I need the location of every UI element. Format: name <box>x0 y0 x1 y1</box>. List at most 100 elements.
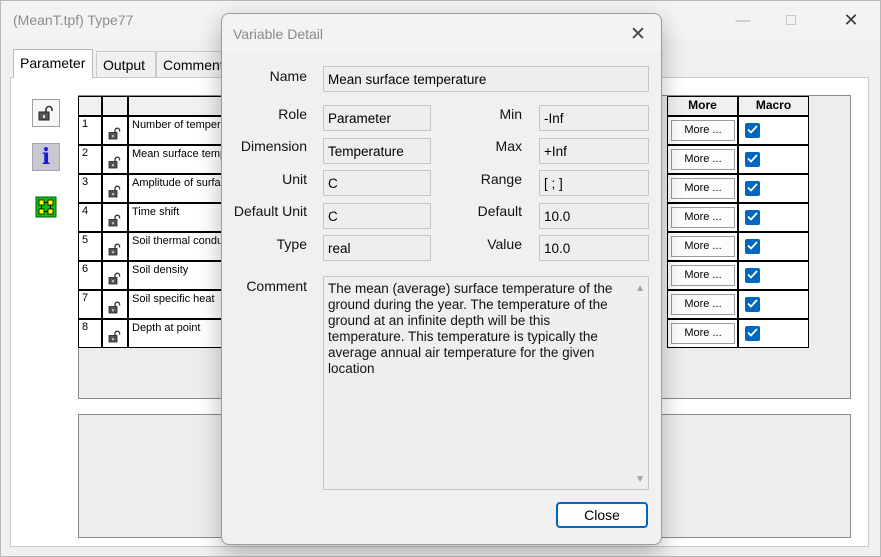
info-button[interactable]: i <box>32 143 60 171</box>
macro-checkbox[interactable] <box>745 268 760 283</box>
row-name-cell[interactable]: Depth at point <box>128 319 223 348</box>
grid-header-macro: Macro <box>738 96 809 116</box>
more-button[interactable]: More ... <box>671 265 735 286</box>
role-field[interactable]: Parameter <box>323 105 431 131</box>
row-lock-cell[interactable] <box>102 203 128 232</box>
more-button[interactable]: More ... <box>671 294 735 315</box>
checkmark-icon <box>747 327 758 340</box>
grid-header-lock <box>102 96 128 116</box>
maximize-icon <box>786 15 796 25</box>
comment-textarea[interactable]: The mean (average) surface temperature o… <box>323 276 649 490</box>
close-icon: ✕ <box>630 24 646 45</box>
row-lock-cell[interactable] <box>102 290 128 319</box>
lock-icon <box>38 105 53 121</box>
row-name-cell[interactable]: Soil specific heat <box>128 290 223 319</box>
row-number: 3 <box>78 174 102 203</box>
minimize-icon: — <box>735 11 751 29</box>
min-field[interactable]: -Inf <box>539 105 649 131</box>
lock-icon <box>108 127 122 143</box>
row-number: 4 <box>78 203 102 232</box>
lock-icon <box>108 185 122 201</box>
row-lock-cell[interactable] <box>102 232 128 261</box>
macro-checkbox[interactable] <box>745 326 760 341</box>
row-lock-cell[interactable] <box>102 319 128 348</box>
macro-checkbox[interactable] <box>745 239 760 254</box>
range-field[interactable]: [ ; ] <box>539 170 649 196</box>
maximize-button[interactable] <box>768 5 814 35</box>
row-name-cell[interactable]: Number of temperature terms <box>128 116 223 145</box>
row-more-cell: More ... <box>667 290 738 319</box>
grid-button[interactable] <box>32 193 60 221</box>
more-button[interactable]: More ... <box>671 178 735 199</box>
label-name: Name <box>269 68 307 84</box>
tab-output[interactable]: Output <box>96 51 156 77</box>
row-macro-cell <box>738 319 809 348</box>
lock-icon <box>108 214 122 230</box>
default-unit-field[interactable]: C <box>323 203 431 229</box>
value-field[interactable]: 10.0 <box>539 235 649 261</box>
label-comment: Comment <box>246 278 307 294</box>
more-button[interactable]: More ... <box>671 323 735 344</box>
checkmark-icon <box>747 298 758 311</box>
max-field[interactable]: +Inf <box>539 138 649 164</box>
more-button[interactable]: More ... <box>671 149 735 170</box>
row-macro-cell <box>738 145 809 174</box>
dialog-title: Variable Detail <box>233 26 324 42</box>
macro-checkbox[interactable] <box>745 181 760 196</box>
macro-checkbox[interactable] <box>745 297 760 312</box>
scroll-down-icon[interactable]: ▼ <box>635 474 645 485</box>
row-number: 1 <box>78 116 102 145</box>
label-unit: Unit <box>282 171 307 187</box>
macro-checkbox[interactable] <box>745 210 760 225</box>
main-window-title: (MeanT.tpf) Type77 <box>13 12 134 28</box>
row-lock-cell[interactable] <box>102 116 128 145</box>
label-type: Type <box>276 236 307 252</box>
checkmark-icon <box>747 182 758 195</box>
close-icon: ✕ <box>843 9 859 30</box>
more-button[interactable]: More ... <box>671 120 735 141</box>
lock-icon <box>108 272 122 288</box>
row-number: 6 <box>78 261 102 290</box>
row-number: 5 <box>78 232 102 261</box>
row-name-cell[interactable]: Soil thermal conductivity <box>128 232 223 261</box>
lock-icon <box>108 330 122 346</box>
row-lock-cell[interactable] <box>102 145 128 174</box>
macro-checkbox[interactable] <box>745 152 760 167</box>
lock-toggle-button[interactable] <box>32 99 60 127</box>
more-button[interactable]: More ... <box>671 236 735 257</box>
main-close-button[interactable]: ✕ <box>828 5 874 35</box>
label-range: Range <box>480 171 522 187</box>
row-macro-cell <box>738 232 809 261</box>
name-field[interactable]: Mean surface temperature <box>323 66 649 92</box>
label-default: Default <box>477 203 522 219</box>
row-more-cell: More ... <box>667 203 738 232</box>
row-macro-cell <box>738 261 809 290</box>
checkmark-icon <box>747 211 758 224</box>
row-macro-cell <box>738 174 809 203</box>
macro-checkbox[interactable] <box>745 123 760 138</box>
more-button[interactable]: More ... <box>671 207 735 228</box>
type-field[interactable]: real <box>323 235 431 261</box>
dialog-close-button[interactable]: ✕ <box>625 23 651 45</box>
row-name-cell[interactable]: Amplitude of surface temperature <box>128 174 223 203</box>
minimize-button[interactable]: — <box>720 5 766 35</box>
row-name-cell[interactable]: Mean surface temperature <box>128 145 223 174</box>
comment-text: The mean (average) surface temperature o… <box>328 281 613 376</box>
dialog-titlebar[interactable]: Variable Detail ✕ <box>222 14 661 52</box>
dimension-field[interactable]: Temperature <box>323 138 431 164</box>
row-lock-cell[interactable] <box>102 174 128 203</box>
checkmark-icon <box>747 269 758 282</box>
scroll-up-icon[interactable]: ▲ <box>635 283 645 294</box>
tab-parameter[interactable]: Parameter <box>13 49 93 78</box>
close-button[interactable]: Close <box>556 502 648 528</box>
row-macro-cell <box>738 203 809 232</box>
row-more-cell: More ... <box>667 145 738 174</box>
unit-field[interactable]: C <box>323 170 431 196</box>
checkmark-icon <box>747 153 758 166</box>
row-lock-cell[interactable] <box>102 261 128 290</box>
row-name-cell[interactable]: Soil density <box>128 261 223 290</box>
default-field[interactable]: 10.0 <box>539 203 649 229</box>
row-name-cell[interactable]: Time shift <box>128 203 223 232</box>
checkmark-icon <box>747 240 758 253</box>
label-dimension: Dimension <box>240 138 307 154</box>
